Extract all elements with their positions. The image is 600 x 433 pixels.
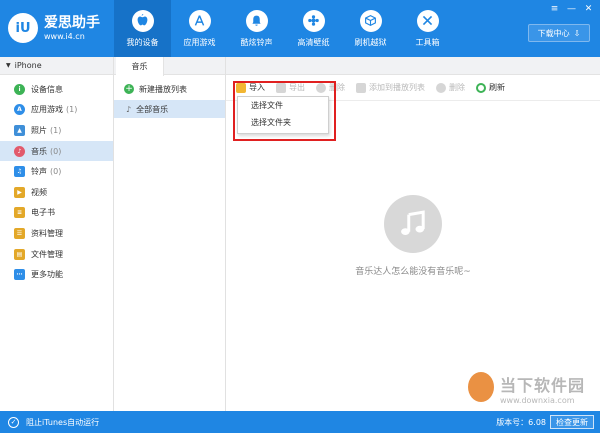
logo-mark: iU [8,13,38,43]
tools-icon [416,9,439,32]
bell-icon [245,9,268,32]
playlist-item-all-music[interactable]: ♪ 全部音乐 [114,100,225,118]
apps-icon: A [14,104,25,116]
nav-apps-games[interactable]: 应用游戏 [171,0,228,57]
nav-toolbox[interactable]: 工具箱 [399,0,456,57]
contacts-icon: ☰ [14,227,25,239]
ringtone-icon: ♫ [14,166,25,178]
video-icon: ▶ [14,186,25,198]
check-icon: ✓ [8,416,19,428]
download-icon: ⇩ [573,28,581,38]
sidebar-item-ebooks[interactable]: ≡ 电子书 [0,203,113,224]
music-note-icon: ♪ [126,104,132,114]
nav-ringtones[interactable]: 酷炫铃声 [228,0,285,57]
nav-flash-jailbreak[interactable]: 刷机越狱 [342,0,399,57]
top-bar: iU 爱思助手 www.i4.cn 我的设备 应用游戏 酷炫铃声 高清壁纸 刷机… [0,0,600,57]
app-url: www.i4.cn [44,31,85,41]
close-icon[interactable]: ✕ [581,3,596,15]
nav-wallpapers[interactable]: 高清壁纸 [285,0,342,57]
plus-icon: + [124,84,134,94]
sidebar-item-device-info[interactable]: i 设备信息 [0,79,113,100]
sidebar-item-file-management[interactable]: ▤ 文件管理 [0,244,113,265]
device-sidebar: ▼ iPhone i 设备信息 A 应用游戏 (1) ▲ 照片 (1) ♪ 音乐… [0,57,114,411]
refresh-icon [476,82,486,93]
download-center-button[interactable]: 下载中心 ⇩ [528,24,590,42]
sidebar-item-video[interactable]: ▶ 视频 [0,182,113,203]
chevron-down-icon: ▼ [6,62,11,69]
apple-icon [131,9,154,32]
sidebar-item-apps[interactable]: A 应用游戏 (1) [0,100,113,121]
sidebar-item-data-management[interactable]: ☰ 资料管理 [0,223,113,244]
sidebar-item-photos[interactable]: ▲ 照片 (1) [0,120,113,141]
version-label: 版本号：6.08 [496,417,546,427]
file-icon: ▤ [14,248,25,260]
add-to-playlist-button[interactable]: 添加到播放列表 [356,82,425,93]
device-header[interactable]: ▼ iPhone [0,57,113,75]
app-store-icon [188,9,211,32]
highlight-box [233,81,336,141]
sidebar-item-more[interactable]: ⋯ 更多功能 [0,264,113,285]
empty-state-message: 音乐达人怎么能没有音乐呢~ [355,267,471,277]
refresh-button[interactable]: 刷新 [476,82,505,93]
app-logo: iU 爱思助手 www.i4.cn [8,8,116,48]
delete-button[interactable]: 删除 [436,82,465,93]
add-to-playlist-icon [356,82,366,93]
photo-icon: ▲ [14,124,25,136]
main-nav: 我的设备 应用游戏 酷炫铃声 高清壁纸 刷机越狱 工具箱 [114,0,456,57]
nav-my-device[interactable]: 我的设备 [114,0,171,57]
book-icon: ≡ [14,207,25,219]
delete-icon [436,82,446,93]
music-icon: ♪ [14,145,25,157]
empty-state: 音乐达人怎么能没有音乐呢~ [226,195,600,277]
check-update-button[interactable]: 检查更新 [550,415,594,429]
menu-icon[interactable]: ≡ [547,3,562,15]
sidebar-item-ringtones[interactable]: ♫ 铃声 (0) [0,161,113,182]
more-icon: ⋯ [14,269,25,281]
sidebar-item-music[interactable]: ♪ 音乐 (0) [0,140,113,162]
device-name: iPhone [14,61,42,70]
minimize-icon[interactable]: — [564,3,579,15]
info-icon: i [14,83,25,95]
new-playlist-button[interactable]: + 新建播放列表 [114,78,225,100]
watermark: 当下软件园 www.downxia.com [468,372,594,412]
music-note-icon [384,195,442,253]
watermark-text: 当下软件园 [500,376,586,395]
tab-music[interactable]: 音乐 [116,57,164,76]
app-name: 爱思助手 [44,14,100,31]
window-controls: ≡ — ✕ [547,3,596,15]
flower-icon [302,9,325,32]
watermark-url: www.downxia.com [500,396,575,405]
status-bar: ✓ 阻止iTunes自动运行 版本号：6.08 检查更新 [0,411,600,433]
box-icon [359,9,382,32]
block-itunes-toggle[interactable]: ✓ 阻止iTunes自动运行 [0,416,99,428]
watermark-logo-icon [468,372,494,402]
playlist-panel: 音乐 + 新建播放列表 ♪ 全部音乐 [114,57,226,411]
